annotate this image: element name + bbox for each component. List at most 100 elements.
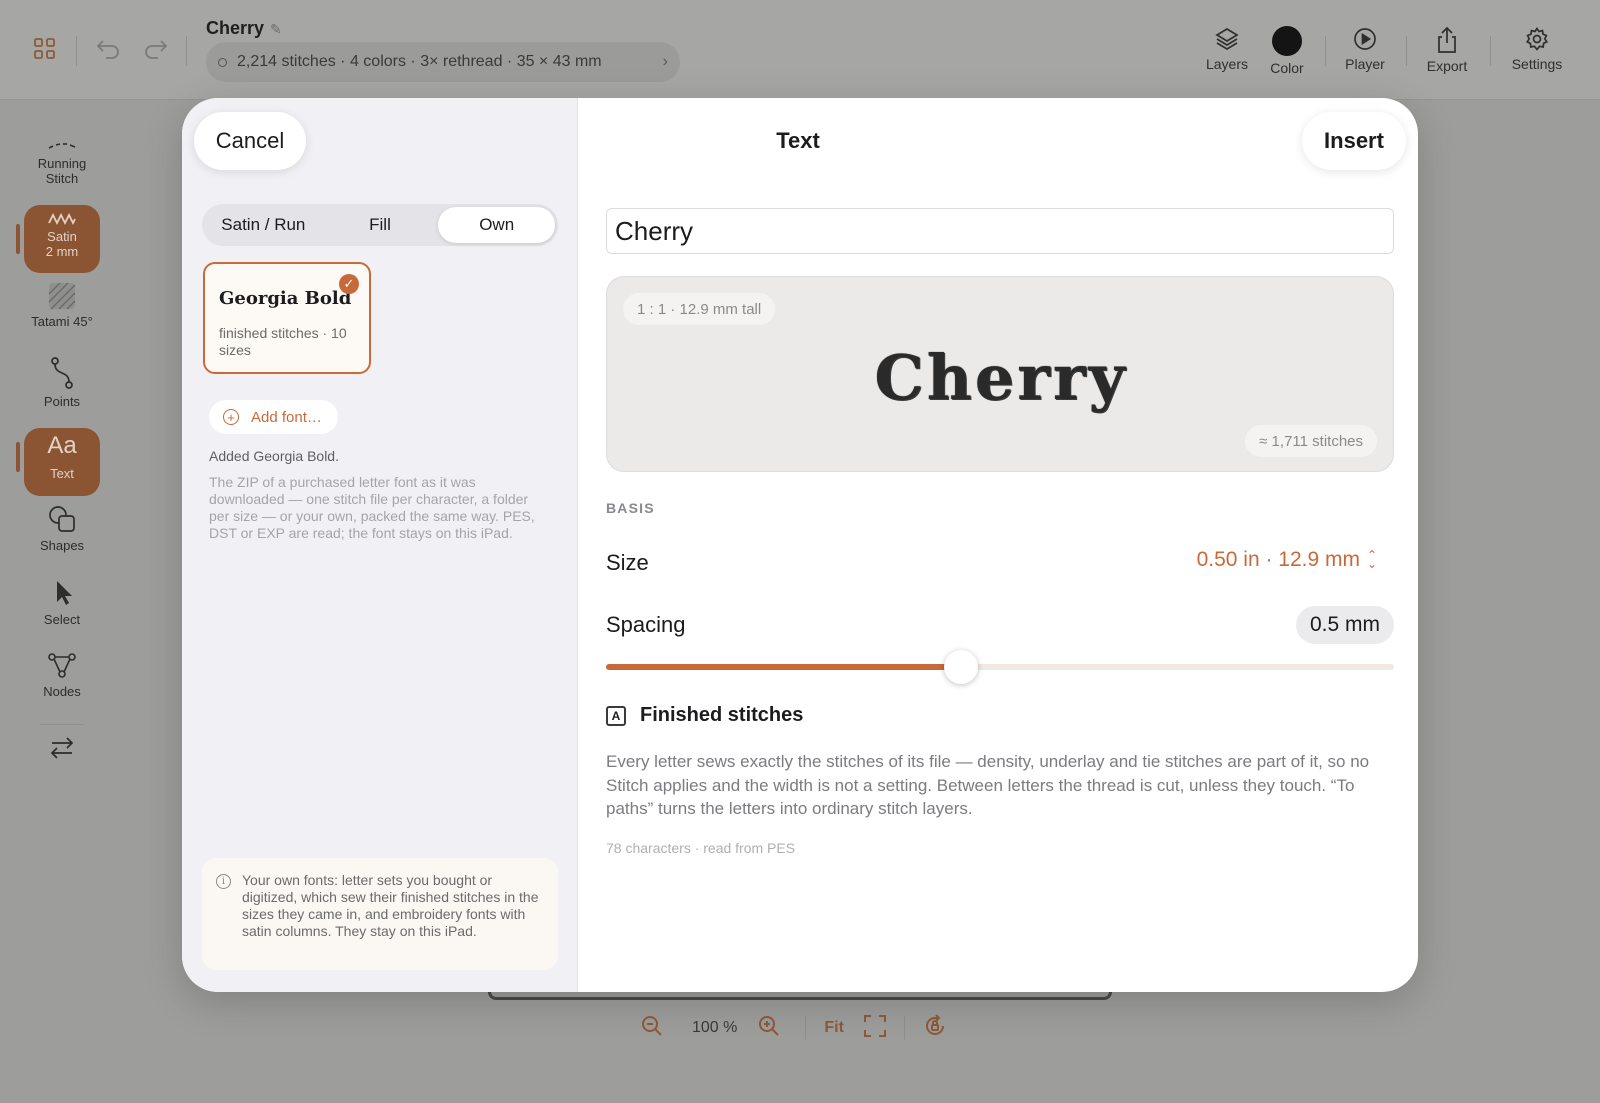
add-font-label: Add font…	[251, 408, 322, 426]
spacing-slider[interactable]	[606, 650, 1394, 684]
added-font-message: Added Georgia Bold.	[209, 448, 339, 464]
rail-satin[interactable]: Satin 2 mm	[24, 205, 100, 273]
tab-fill[interactable]: Fill	[322, 207, 439, 243]
rotation-lock-icon[interactable]	[923, 1013, 947, 1043]
color-label: Color	[1270, 60, 1304, 76]
rail-running-stitch-label: Running Stitch	[37, 156, 87, 186]
pencil-icon: ✎	[270, 21, 282, 37]
rail-text-label: Text	[50, 466, 74, 481]
spacing-value-badge: 0.5 mm	[1295, 606, 1394, 644]
color-button[interactable]: Color	[1252, 26, 1322, 76]
redo-icon[interactable]	[142, 38, 168, 65]
size-picker[interactable]: 0.50 in · 12.9 mm ⌃ ⌄	[1197, 548, 1378, 572]
document-stats-pill[interactable]: 2,214 stitches · 4 colors · 3× rethread …	[206, 42, 680, 82]
spacing-label: Spacing	[606, 612, 686, 637]
checkmark-icon: ✓	[339, 274, 359, 294]
rail-text[interactable]: Aa Text	[24, 428, 100, 496]
player-label: Player	[1345, 56, 1385, 72]
tatami-icon	[48, 282, 76, 310]
plus-circle-icon: +	[223, 409, 239, 425]
sheet-title: Text	[776, 128, 820, 153]
insert-button[interactable]: Insert	[1302, 112, 1406, 170]
rail-shapes[interactable]: Shapes	[24, 504, 100, 553]
own-fonts-info-box: i Your own fonts: letter sets you bought…	[202, 858, 558, 970]
font-type-segmented-control: Satin / Run Fill Own	[202, 204, 558, 246]
rail-satin-label: Satin	[47, 229, 77, 244]
layers-icon	[1215, 28, 1239, 50]
zoom-in-icon[interactable]	[757, 1014, 787, 1043]
spacing-slider-thumb[interactable]	[943, 650, 978, 684]
text-input-field[interactable]: Cherry	[606, 208, 1394, 254]
up-down-chevron-icon: ⌃ ⌄	[1366, 548, 1378, 571]
basis-section-header: BASIS	[606, 500, 655, 516]
rail-running-stitch[interactable]: Running Stitch	[24, 140, 100, 186]
rail-tatami-label: Tatami 45°	[31, 314, 93, 329]
satin-icon	[48, 213, 76, 225]
share-icon	[1438, 26, 1456, 53]
finished-stitches-description: Every letter sews exactly the stitches o…	[606, 752, 1370, 818]
layers-label: Layers	[1205, 56, 1249, 72]
player-button[interactable]: Player	[1330, 26, 1400, 72]
preview-rendered-text: Cherry	[874, 341, 1128, 414]
font-source-panel: Cancel Satin / Run Fill Own ✓ Georgia Bo…	[182, 98, 578, 992]
zoom-level: 100 %	[692, 1019, 738, 1036]
tab-own[interactable]: Own	[438, 207, 556, 243]
zoom-bar: 100 % Fit	[640, 1010, 947, 1046]
font-card-subtitle: finished stitches · 10 sizes	[219, 325, 347, 358]
status-dot-icon	[218, 57, 227, 67]
swap-icon	[50, 737, 74, 759]
rail-satin-sublabel: 2 mm	[45, 244, 79, 259]
rail-nodes-label: Nodes	[43, 684, 81, 699]
gear-icon	[1525, 26, 1549, 51]
swap-button[interactable]	[24, 736, 100, 764]
running-stitch-icon	[48, 143, 76, 149]
rail-select-label: Select	[43, 612, 81, 627]
size-value: 0.50 in · 12.9 mm	[1196, 548, 1360, 571]
shapes-icon	[49, 506, 75, 532]
settings-button[interactable]: Settings	[1502, 26, 1572, 72]
color-swatch	[1272, 26, 1302, 56]
document-title-text: Cherry	[206, 18, 265, 38]
size-label: Size	[606, 550, 649, 575]
preview-scale-badge: 1 : 1 · 12.9 mm tall	[623, 293, 776, 325]
letter-a-square-icon: A	[606, 705, 626, 726]
rail-shapes-label: Shapes	[39, 538, 85, 553]
text-icon: Aa	[47, 432, 77, 459]
cancel-button[interactable]: Cancel	[194, 112, 306, 170]
font-card-georgia-bold[interactable]: ✓ Georgia Bold finished stitches · 10 si…	[203, 262, 371, 374]
document-title[interactable]: Cherry ✎	[206, 18, 282, 39]
finished-stitches-header: A Finished stitches	[606, 704, 803, 727]
undo-icon[interactable]	[96, 38, 122, 65]
info-icon: i	[216, 874, 231, 889]
zoom-out-icon[interactable]	[640, 1014, 670, 1043]
export-label: Export	[1426, 58, 1468, 74]
zip-import-note: The ZIP of a purchased letter font as it…	[209, 474, 535, 541]
spacing-slider-fill	[606, 664, 961, 670]
rail-tatami[interactable]: Tatami 45°	[24, 282, 100, 329]
preview-stitch-count-badge: ≈ 1,711 stitches	[1245, 425, 1377, 457]
rail-points[interactable]: Points	[24, 356, 100, 409]
text-insert-sheet: Cancel Satin / Run Fill Own ✓ Georgia Bo…	[182, 98, 1418, 992]
add-font-button[interactable]: + Add font…	[209, 400, 338, 434]
play-icon	[1354, 28, 1376, 50]
font-card-name: Georgia Bold	[219, 288, 352, 309]
export-button[interactable]: Export	[1412, 26, 1482, 74]
cursor-icon	[57, 581, 72, 605]
grid-icon[interactable]	[34, 38, 56, 65]
finished-stitches-title: Finished stitches	[640, 704, 804, 726]
points-icon	[51, 357, 73, 389]
rail-points-label: Points	[43, 394, 81, 409]
chevron-right-icon: ›	[662, 53, 668, 70]
rail-nodes[interactable]: Nodes	[24, 652, 100, 699]
nodes-icon	[48, 653, 76, 678]
rail-select[interactable]: Select	[24, 578, 100, 627]
settings-label: Settings	[1511, 56, 1563, 72]
own-fonts-info-text: Your own fonts: letter sets you bought o…	[242, 872, 539, 939]
fit-button[interactable]: Fit	[824, 1019, 844, 1037]
text-input-value: Cherry	[615, 215, 694, 246]
top-toolbar: Cherry ✎ 2,214 stitches · 4 colors · 3× r…	[0, 0, 1600, 100]
text-preview: 1 : 1 · 12.9 mm tall Cherry ≈ 1,711 stit…	[606, 276, 1394, 472]
fullscreen-icon[interactable]	[863, 1014, 886, 1042]
tab-satin-run[interactable]: Satin / Run	[205, 207, 322, 243]
document-stats-text: 2,214 stitches · 4 colors · 3× rethread …	[237, 53, 602, 70]
